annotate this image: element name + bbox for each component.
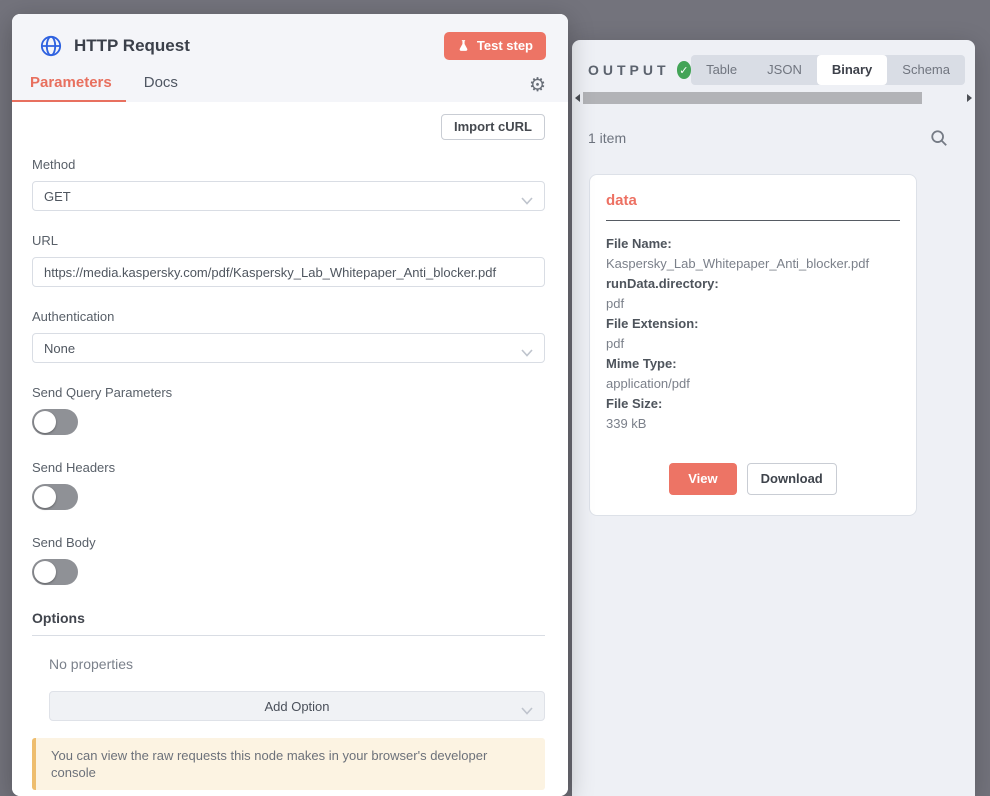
- property-value: Kaspersky_Lab_Whitepaper_Anti_blocker.pd…: [606, 254, 900, 274]
- node-title: HTTP Request: [74, 36, 190, 56]
- property-key: File Extension:: [606, 314, 900, 334]
- property-key: Mime Type:: [606, 354, 900, 374]
- send-body-toggle[interactable]: [32, 559, 78, 585]
- send-headers-label: Send Headers: [32, 460, 545, 475]
- node-parameters-body: Import cURL Method GET URL Authenticatio…: [12, 102, 568, 796]
- scroll-right-arrow-icon[interactable]: [967, 94, 972, 102]
- authentication-value: None: [44, 341, 75, 356]
- gear-icon[interactable]: ⚙: [529, 76, 546, 95]
- card-divider: [606, 220, 900, 221]
- tab-parameters[interactable]: Parameters: [12, 70, 126, 102]
- send-body-label: Send Body: [32, 535, 545, 550]
- url-input[interactable]: [32, 257, 545, 287]
- import-curl-button[interactable]: Import cURL: [441, 114, 545, 140]
- tab-json[interactable]: JSON: [752, 55, 817, 85]
- property-value: application/pdf: [606, 374, 900, 394]
- property-value: pdf: [606, 294, 900, 314]
- property-key: File Name:: [606, 234, 900, 254]
- output-panel: OUTPUT ✓ Table JSON Binary Schema 1 item…: [572, 40, 975, 796]
- property-key: File Size:: [606, 394, 900, 414]
- chevron-down-icon: [521, 345, 533, 360]
- developer-console-notice: You can view the raw requests this node …: [32, 738, 545, 790]
- items-count: 1 item: [588, 130, 626, 146]
- chevron-down-icon: [521, 193, 533, 208]
- scrollbar-thumb[interactable]: [583, 92, 922, 104]
- toggle-knob: [34, 486, 56, 508]
- authentication-select[interactable]: None: [32, 333, 545, 363]
- search-icon[interactable]: [930, 129, 948, 147]
- authentication-label: Authentication: [32, 309, 545, 324]
- chevron-down-icon: [521, 703, 533, 718]
- output-title: OUTPUT: [588, 62, 670, 78]
- globe-icon: [40, 35, 62, 57]
- toggle-knob: [34, 411, 56, 433]
- tab-schema[interactable]: Schema: [887, 55, 965, 85]
- send-query-parameters-toggle[interactable]: [32, 409, 78, 435]
- tab-docs[interactable]: Docs: [126, 70, 192, 102]
- http-request-node-panel: HTTP Request Test step Parameters Docs ⚙…: [12, 14, 568, 796]
- no-properties-text: No properties: [49, 656, 545, 672]
- binary-key-title: data: [606, 192, 900, 209]
- scroll-left-arrow-icon[interactable]: [575, 94, 580, 102]
- tab-binary[interactable]: Binary: [817, 55, 887, 85]
- check-circle-icon: ✓: [677, 61, 692, 79]
- download-button[interactable]: Download: [747, 463, 837, 495]
- add-option-button[interactable]: Add Option: [49, 691, 545, 721]
- property-value: pdf: [606, 334, 900, 354]
- output-tab-bar: Table JSON Binary Schema: [691, 55, 965, 85]
- toggle-knob: [34, 561, 56, 583]
- view-button[interactable]: View: [669, 463, 736, 495]
- tab-table[interactable]: Table: [691, 55, 752, 85]
- method-select[interactable]: GET: [32, 181, 545, 211]
- flask-icon: [457, 39, 470, 52]
- test-step-button[interactable]: Test step: [444, 32, 546, 60]
- horizontal-scrollbar[interactable]: [572, 92, 975, 104]
- send-headers-toggle[interactable]: [32, 484, 78, 510]
- method-label: Method: [32, 157, 545, 172]
- binary-data-card: data File Name: Kaspersky_Lab_Whitepaper…: [589, 174, 917, 516]
- property-value: 339 kB: [606, 414, 900, 434]
- node-panel-header: HTTP Request Test step Parameters Docs ⚙: [12, 14, 568, 102]
- options-section-title: Options: [32, 610, 545, 636]
- url-label: URL: [32, 233, 545, 248]
- property-key: runData.directory:: [606, 274, 900, 294]
- method-value: GET: [44, 189, 71, 204]
- send-query-parameters-label: Send Query Parameters: [32, 385, 545, 400]
- scrollbar-track[interactable]: [583, 92, 964, 104]
- node-tab-bar: Parameters Docs ⚙: [12, 70, 568, 102]
